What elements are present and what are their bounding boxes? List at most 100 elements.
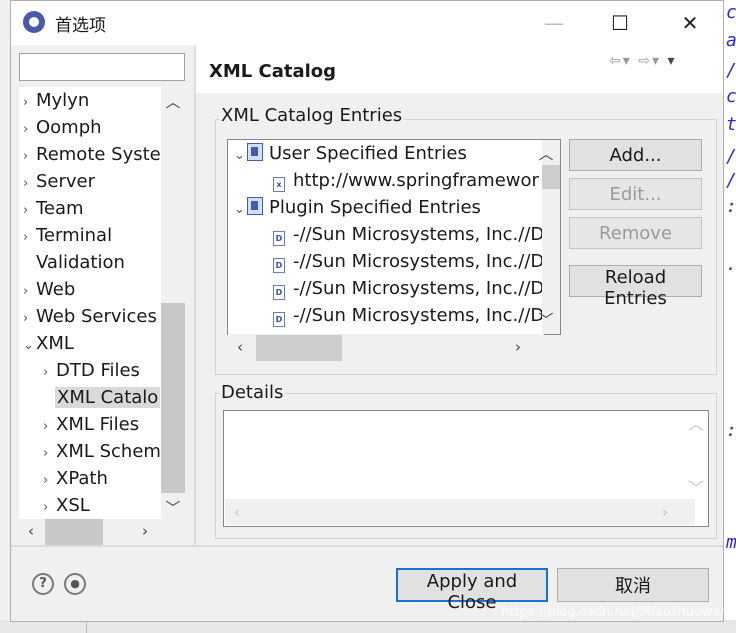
edit-button[interactable]: Edit...: [569, 178, 702, 210]
tree-item-xml[interactable]: ⌄ XML: [23, 330, 74, 357]
minimize-button[interactable]: —: [535, 7, 573, 39]
chevron-right-icon[interactable]: ›: [23, 278, 36, 305]
editor-glyph: m: [726, 532, 736, 553]
tree-item-xsl[interactable]: › XSL: [43, 492, 90, 519]
tree-item-xml-files[interactable]: › XML Files: [43, 411, 139, 438]
editor-glyph: :: [726, 420, 736, 441]
cancel-button[interactable]: 取消: [557, 568, 709, 602]
filter-input[interactable]: [19, 53, 185, 81]
editor-glyph: .: [726, 254, 736, 275]
chevron-right-icon[interactable]: ›: [43, 494, 56, 519]
preferences-tree[interactable]: › Mylyn › Oomph › Remote Syste › Server › Tea…: [19, 87, 169, 519]
editor-glyph: a: [726, 30, 736, 51]
chevron-right-icon[interactable]: ›: [23, 224, 36, 251]
chevron-right-icon[interactable]: ›: [43, 440, 56, 467]
details-label: Details: [219, 382, 286, 403]
catalog-entries-label: XML Catalog Entries: [219, 105, 405, 126]
entries-horizontal-scroll-thumb[interactable]: [256, 335, 342, 361]
entry-item[interactable]: D -//Sun Microsystems, Inc.//D: [273, 221, 544, 248]
entry-item[interactable]: D -//Sun Microsystems, Inc.//D: [273, 302, 544, 329]
forward-menu-icon[interactable]: ▾: [652, 53, 661, 69]
catalog-icon: [247, 197, 263, 215]
xml-file-icon: x: [273, 177, 285, 192]
editor-glyph: /: [726, 146, 736, 167]
scroll-down-icon[interactable]: ﹀: [536, 309, 556, 330]
catalog-icon: [247, 143, 263, 161]
back-arrow-icon[interactable]: ⇦: [609, 53, 623, 69]
tree-item-team[interactable]: › Team: [23, 195, 84, 222]
entry-item[interactable]: x http://www.springframewor: [273, 167, 539, 194]
details-horizontal-scrollbar[interactable]: [225, 499, 695, 525]
scroll-right-icon[interactable]: ›: [135, 522, 155, 540]
remove-button[interactable]: Remove: [569, 217, 702, 249]
chevron-right-icon[interactable]: ›: [23, 89, 36, 116]
forward-arrow-icon[interactable]: ⇨: [638, 53, 652, 69]
chevron-right-icon[interactable]: ›: [43, 467, 56, 494]
scroll-right-icon[interactable]: ›: [655, 503, 675, 521]
tree-item-web-services[interactable]: › Web Services: [23, 303, 157, 330]
chevron-down-icon[interactable]: ⌄: [23, 332, 36, 359]
chevron-right-icon[interactable]: ›: [23, 143, 36, 170]
chevron-down-icon[interactable]: ⌄: [234, 196, 247, 223]
editor-glyph: c: [726, 2, 736, 23]
page-navigation: ⇦▾ ⇨▾ ▾: [609, 53, 676, 69]
dtd-file-icon: D: [273, 231, 285, 246]
eclipse-app-icon: [23, 11, 45, 33]
tree-item-xml-schemas[interactable]: › XML Schem: [43, 438, 161, 465]
apply-and-close-button[interactable]: Apply and Close: [396, 568, 548, 613]
chevron-down-icon[interactable]: ⌄: [234, 142, 247, 169]
tree-item-server[interactable]: › Server: [23, 168, 95, 195]
page-title: XML Catalog: [209, 61, 337, 82]
tree-horizontal-scroll-thumb[interactable]: [45, 519, 103, 545]
preferences-dialog: 首选项 — ☐ ✕ › Mylyn › Oomph › Remote Syste › S…: [10, 0, 729, 622]
tree-item-terminal[interactable]: › Terminal: [23, 222, 112, 249]
tree-item-xml-catalog[interactable]: XML Catalo: [55, 384, 161, 411]
scroll-right-icon[interactable]: ›: [508, 338, 528, 356]
tree-item-remote-systems[interactable]: › Remote Syste: [23, 141, 161, 168]
tree-item-web[interactable]: › Web: [23, 276, 75, 303]
scroll-up-icon[interactable]: ︿: [163, 91, 183, 112]
editor-glyph: /: [726, 170, 736, 191]
record-macro-icon[interactable]: ●: [64, 573, 86, 595]
view-menu-icon[interactable]: ▾: [667, 53, 676, 69]
chevron-right-icon[interactable]: ›: [23, 305, 36, 332]
reload-entries-button[interactable]: Reload Entries: [569, 265, 702, 309]
tree-item-dtd-files[interactable]: › DTD Files: [43, 357, 140, 384]
add-button[interactable]: Add...: [569, 139, 702, 171]
tree-item-validation[interactable]: Validation: [23, 249, 125, 276]
close-button[interactable]: ✕: [671, 7, 709, 39]
tree-item-xpath[interactable]: › XPath: [43, 465, 108, 492]
tree-vertical-scroll-thumb[interactable]: [161, 303, 185, 493]
dtd-file-icon: D: [273, 312, 285, 327]
back-menu-icon[interactable]: ▾: [623, 53, 632, 69]
chevron-right-icon[interactable]: ›: [23, 197, 36, 224]
scroll-left-icon[interactable]: ‹: [227, 503, 247, 521]
help-icon[interactable]: ?: [32, 573, 54, 595]
scroll-up-icon[interactable]: ︿: [536, 143, 556, 164]
chevron-right-icon[interactable]: ›: [43, 413, 56, 440]
scroll-down-icon[interactable]: ﹀: [163, 497, 183, 518]
editor-glyph: c: [726, 86, 736, 107]
editor-glyph: t: [726, 114, 736, 135]
chevron-right-icon[interactable]: ›: [43, 359, 56, 386]
tree-item-oomph[interactable]: › Oomph: [23, 114, 102, 141]
title-bar[interactable]: 首选项 — ☐ ✕: [11, 1, 723, 45]
scroll-left-icon[interactable]: ‹: [230, 338, 250, 356]
pane-divider: [194, 45, 196, 545]
entries-vertical-scroll-thumb[interactable]: [542, 165, 560, 189]
entry-item[interactable]: D -//Sun Microsystems, Inc.//D: [273, 248, 544, 275]
entry-plugin-specified[interactable]: ⌄ Plugin Specified Entries: [234, 194, 481, 221]
scroll-up-icon[interactable]: ︿: [686, 413, 706, 434]
maximize-button[interactable]: ☐: [601, 7, 639, 39]
dtd-file-icon: D: [273, 258, 285, 273]
tree-item-mylyn[interactable]: › Mylyn: [23, 87, 89, 114]
chevron-right-icon[interactable]: ›: [23, 116, 36, 143]
scroll-left-icon[interactable]: ‹: [21, 522, 41, 540]
window-title: 首选项: [55, 16, 106, 36]
watermark: https://blog.csdn.net/Miaoshuowen: [501, 605, 729, 620]
catalog-entries-tree[interactable]: ⌄ User Specified Entries x http://www.spri…: [227, 139, 561, 335]
scroll-down-icon[interactable]: ﹀: [686, 477, 706, 498]
entry-item[interactable]: D -//Sun Microsystems, Inc.//D: [273, 275, 544, 302]
chevron-right-icon[interactable]: ›: [23, 170, 36, 197]
entry-user-specified[interactable]: ⌄ User Specified Entries: [234, 140, 467, 167]
